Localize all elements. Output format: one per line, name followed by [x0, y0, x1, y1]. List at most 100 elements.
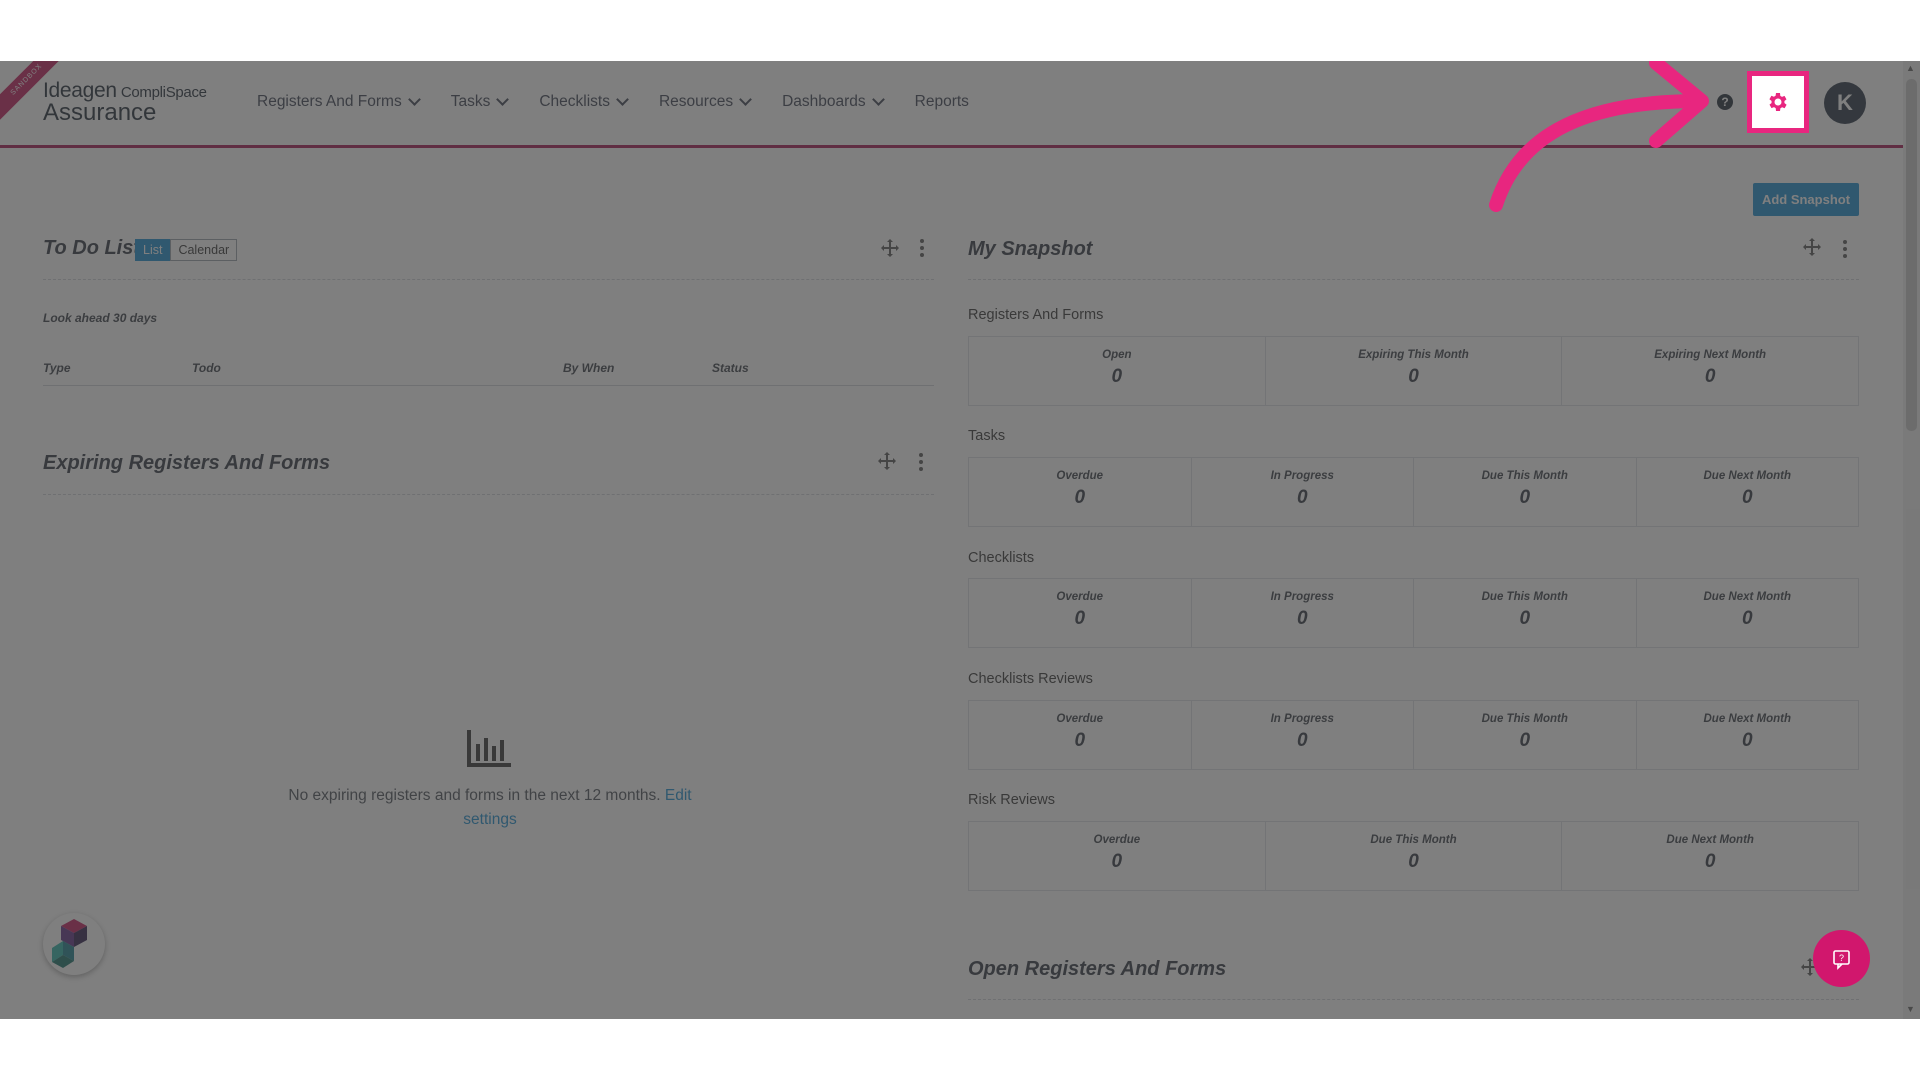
section-risk-reviews-label: Risk Reviews [968, 792, 1056, 808]
stat-value: 0 [1408, 851, 1419, 872]
nav-registers-and-forms[interactable]: Registers And Forms [257, 93, 421, 111]
cube-logo-icon [52, 919, 87, 968]
scroll-up-icon[interactable]: ▲ [1906, 63, 1915, 73]
more-vertical-icon[interactable] [1843, 240, 1847, 261]
stat-card[interactable]: Expiring Next Month 0 [1562, 337, 1858, 405]
scroll-down-icon[interactable]: ▼ [1906, 1004, 1915, 1014]
column-status: Status [712, 361, 749, 375]
stat-value: 0 [1741, 487, 1753, 508]
stats-registers: Open 0 Expiring This Month 0 Expiring Next… [968, 336, 1859, 406]
nav-checklists[interactable]: Checklists [539, 93, 629, 111]
stat-card[interactable]: Due Next Month 0 [1562, 822, 1858, 890]
nav-reports[interactable]: Reports [915, 93, 969, 111]
nav-label: Resources [658, 93, 734, 110]
gear-icon [1769, 93, 1787, 111]
nav-label: Tasks [450, 93, 491, 110]
stat-label: Due Next Month [1703, 470, 1792, 482]
toggle-calendar[interactable]: Calendar [170, 239, 238, 261]
more-vertical-icon[interactable] [919, 453, 923, 474]
settings-button-highlighted[interactable] [1747, 71, 1809, 133]
add-snapshot-button[interactable]: Add Snapshot [1753, 183, 1859, 216]
app-logo[interactable]: Ideagen CompliSpace Assurance [43, 79, 207, 127]
stat-label: Due Next Month [1703, 591, 1792, 603]
nav-tasks[interactable]: Tasks [450, 93, 510, 111]
chevron-down-icon [496, 93, 510, 106]
section-checklist-reviews-label: Checklists Reviews [968, 671, 1093, 687]
expiring-divider [43, 494, 934, 495]
svg-text:?: ? [1839, 953, 1844, 963]
stat-value: 0 [1074, 608, 1086, 629]
section-checklists-label: Checklists [968, 550, 1035, 566]
tutorial-arrow-icon [1489, 61, 1709, 212]
todo-title: To Do List [43, 237, 141, 259]
section-tasks-label: Tasks [968, 428, 1006, 444]
stat-card[interactable]: In Progress 0 [1192, 458, 1414, 526]
stat-label: In Progress [1270, 591, 1334, 603]
move-icon[interactable] [1802, 237, 1822, 257]
stat-label: Overdue [1056, 591, 1104, 603]
nav-label: Checklists [539, 93, 610, 110]
stat-value: 0 [1519, 730, 1531, 751]
stat-label: Expiring This Month [1358, 349, 1469, 361]
expiring-empty-state: No expiring registers and forms in the n… [280, 784, 700, 832]
stat-value: 0 [1704, 366, 1716, 387]
todo-divider [43, 279, 934, 280]
move-icon[interactable] [880, 238, 900, 258]
chevron-down-icon [739, 93, 752, 106]
stat-value: 0 [1408, 366, 1419, 387]
stat-card[interactable]: Due This Month 0 [1414, 701, 1637, 769]
stats-checklists: Overdue 0 In Progress 0 Due This Month 0 Du… [968, 578, 1859, 648]
toggle-list[interactable]: List [135, 239, 171, 261]
stats-risk-reviews: Overdue 0 Due This Month 0 Due Next Month 0 [968, 821, 1859, 891]
stat-value: 0 [1741, 730, 1753, 751]
stat-value: 0 [1074, 487, 1086, 508]
expiring-title: Expiring Registers And Forms [43, 452, 331, 474]
stat-card[interactable]: Due This Month 0 [1414, 458, 1637, 526]
empty-text: No expiring registers and forms in the n… [288, 787, 661, 804]
chevron-down-icon [871, 93, 885, 106]
stat-value: 0 [1704, 851, 1716, 872]
stat-label: Due Next Month [1666, 834, 1754, 846]
nav-label: Reports [914, 93, 969, 110]
stat-card[interactable]: Open 0 [969, 337, 1266, 405]
stat-value: 0 [1296, 487, 1308, 508]
stat-card[interactable]: Expiring This Month 0 [1266, 337, 1563, 405]
nav-label: Dashboards [782, 93, 866, 110]
app-viewport: SANDBOX Ideagen CompliSpace Assurance Reg… [0, 61, 1920, 1019]
stat-card[interactable]: Due Next Month 0 [1637, 579, 1859, 647]
scrollbar-thumb[interactable] [1906, 79, 1917, 431]
stat-card[interactable]: In Progress 0 [1192, 701, 1414, 769]
more-vertical-icon[interactable] [920, 239, 924, 260]
stat-card[interactable]: Overdue 0 [969, 822, 1266, 890]
main-nav: Registers And Forms Tasks Checklists Res… [257, 93, 969, 111]
stat-label: Due This Month [1481, 713, 1568, 725]
stat-card[interactable]: Overdue 0 [969, 458, 1192, 526]
bar-chart-icon [467, 730, 511, 767]
stat-label: Overdue [1093, 834, 1141, 846]
move-icon[interactable] [877, 451, 897, 471]
stat-value: 0 [1111, 366, 1123, 387]
stat-card[interactable]: Overdue 0 [969, 579, 1192, 647]
stat-label: Open [1102, 349, 1132, 361]
user-avatar[interactable]: K [1824, 82, 1866, 124]
stat-card[interactable]: Due Next Month 0 [1637, 458, 1859, 526]
chat-icon: ? [1833, 950, 1850, 970]
column-type: Type [43, 361, 71, 375]
nav-resources[interactable]: Resources [658, 93, 752, 111]
chat-support-button[interactable]: ? [1813, 930, 1870, 987]
stat-value: 0 [1519, 487, 1531, 508]
stat-card[interactable]: Due Next Month 0 [1637, 701, 1859, 769]
open-registers-title: Open Registers And Forms [968, 958, 1227, 980]
stat-card[interactable]: Overdue 0 [969, 701, 1192, 769]
stat-card[interactable]: In Progress 0 [1192, 579, 1414, 647]
stat-value: 0 [1741, 608, 1753, 629]
stat-card[interactable]: Due This Month 0 [1414, 579, 1637, 647]
nav-label: Registers And Forms [257, 93, 402, 110]
nav-dashboards[interactable]: Dashboards [782, 93, 885, 111]
assistant-launcher-button[interactable] [43, 913, 105, 975]
stats-tasks: Overdue 0 In Progress 0 Due This Month 0 Du… [968, 457, 1859, 527]
stat-label: Expiring Next Month [1654, 349, 1767, 361]
stat-card[interactable]: Due This Month 0 [1266, 822, 1563, 890]
stat-label: Overdue [1056, 470, 1104, 482]
column-todo: Todo [192, 361, 221, 375]
